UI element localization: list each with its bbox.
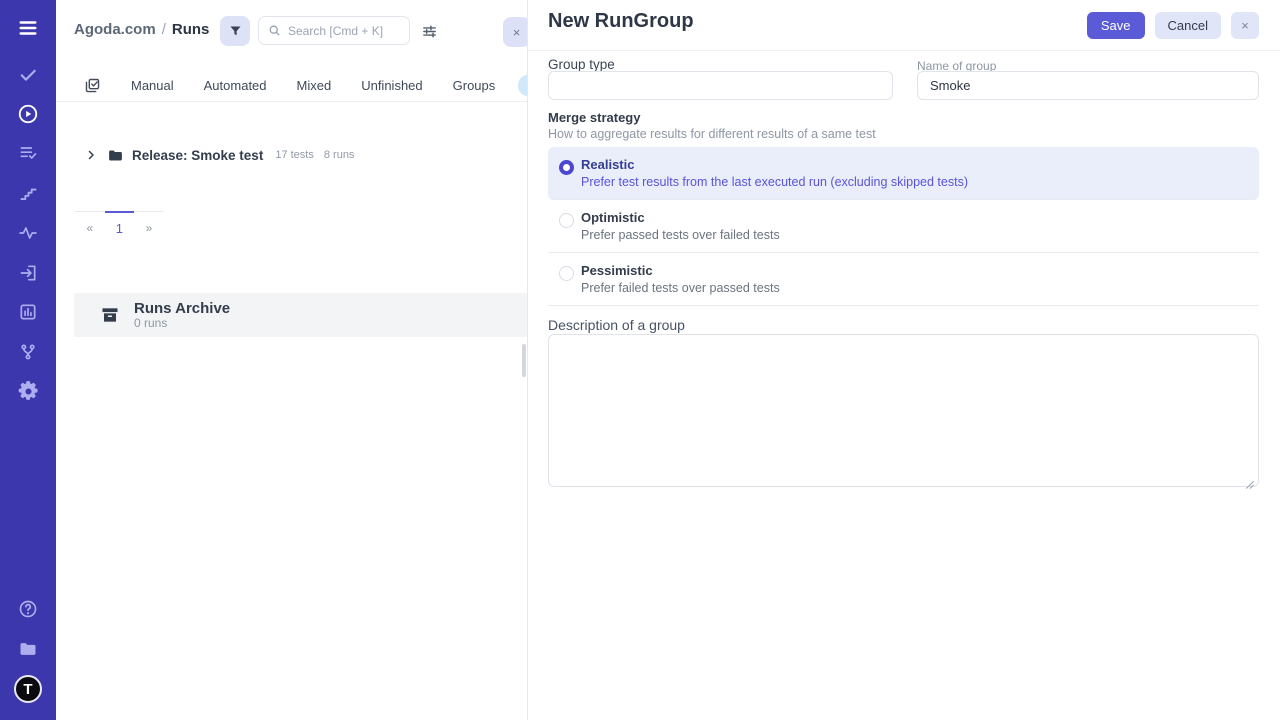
merge-strategy-hint: How to aggregate results for different r… — [548, 127, 876, 141]
pagination-next[interactable]: » — [134, 211, 164, 243]
search-box — [258, 16, 410, 45]
import-sign-in-icon[interactable] — [0, 255, 56, 291]
option-pessimistic[interactable]: Pessimistic Prefer failed tests over pas… — [548, 253, 1259, 306]
rungroup-label[interactable]: Release: Smoke test — [132, 148, 263, 163]
form-header: New RunGroup Save Cancel × — [528, 0, 1280, 51]
description-textarea[interactable] — [548, 334, 1259, 487]
option-optimistic[interactable]: Optimistic Prefer passed tests over fail… — [548, 200, 1259, 253]
merge-strategy-label: Merge strategy — [548, 110, 640, 125]
folder-icon — [107, 147, 124, 164]
activity-pulse-icon[interactable] — [0, 215, 56, 251]
option-title: Pessimistic — [581, 263, 1259, 279]
runs-list-panel: Agoda.com / Runs × Manual Automated Mixed … — [56, 0, 527, 720]
option-description: Prefer failed tests over passed tests — [581, 281, 1259, 296]
tab-groups[interactable]: Groups — [453, 78, 496, 93]
help-circle-icon[interactable] — [0, 591, 56, 627]
select-all-icon[interactable] — [84, 77, 101, 94]
tab-unfinished[interactable]: Unfinished — [361, 78, 422, 93]
tab-mixed[interactable]: Mixed — [297, 78, 332, 93]
page-title: New RunGroup — [548, 10, 694, 33]
search-input[interactable] — [288, 24, 401, 38]
avatar-initial: T — [23, 681, 32, 698]
close-form-button[interactable]: × — [1231, 12, 1259, 39]
runs-play-circle-icon[interactable] — [0, 96, 56, 132]
header-actions: Save Cancel × — [1087, 12, 1259, 39]
partial-badge[interactable] — [518, 75, 527, 96]
steps-stairs-icon[interactable] — [0, 175, 56, 211]
group-type-label: Group type — [548, 57, 615, 72]
merge-strategy-options: Realistic Prefer test results from the l… — [548, 147, 1259, 306]
radio-unselected-icon[interactable] — [559, 213, 574, 228]
runs-count: 8 runs — [324, 149, 355, 161]
breadcrumb-section[interactable]: Runs — [172, 21, 210, 38]
breadcrumb-separator: / — [162, 21, 166, 38]
user-avatar[interactable]: T — [14, 675, 42, 703]
new-rungroup-panel: New RunGroup Save Cancel × Group type Na… — [527, 0, 1280, 720]
option-title: Optimistic — [581, 210, 1259, 226]
radio-unselected-icon[interactable] — [559, 266, 574, 281]
radio-selected-icon[interactable] — [559, 160, 574, 175]
menu-icon[interactable] — [0, 10, 56, 46]
panel-close-button[interactable]: × — [503, 17, 527, 47]
name-of-group-input[interactable] — [917, 71, 1259, 100]
group-type-input[interactable] — [548, 71, 893, 100]
cancel-button[interactable]: Cancel — [1155, 12, 1221, 39]
archive-box-icon — [100, 305, 120, 325]
option-realistic[interactable]: Realistic Prefer test results from the l… — [548, 147, 1259, 200]
rungroup-tree-item[interactable]: Release: Smoke test 17 tests 8 runs — [56, 142, 527, 168]
reports-bar-chart-icon[interactable] — [0, 294, 56, 330]
tests-check-icon[interactable] — [0, 57, 56, 93]
option-description: Prefer test results from the last execut… — [581, 175, 1259, 190]
description-label: Description of a group — [548, 317, 685, 333]
option-description: Prefer passed tests over failed tests — [581, 228, 1259, 243]
tab-manual[interactable]: Manual — [131, 78, 174, 93]
settings-gear-icon[interactable] — [0, 373, 56, 409]
tab-automated[interactable]: Automated — [204, 78, 267, 93]
pagination-prev[interactable]: « — [75, 211, 105, 243]
option-title: Realistic — [581, 157, 1259, 173]
search-icon — [268, 24, 281, 37]
chevron-right-icon[interactable] — [85, 149, 97, 161]
pagination-page-1[interactable]: 1 — [105, 211, 135, 243]
funnel-icon — [228, 24, 243, 39]
tests-count: 17 tests — [275, 149, 314, 161]
filter-button[interactable] — [220, 16, 250, 46]
archive-subtitle: 0 runs — [134, 317, 230, 330]
save-button[interactable]: Save — [1087, 12, 1145, 39]
panel-scrollbar[interactable] — [522, 344, 526, 377]
runs-archive-row[interactable]: Runs Archive 0 runs — [74, 293, 527, 337]
archive-title: Runs Archive — [134, 301, 230, 317]
test-plans-list-check-icon[interactable] — [0, 135, 56, 171]
projects-folder-icon[interactable] — [0, 631, 56, 667]
breadcrumb-project[interactable]: Agoda.com — [74, 21, 156, 38]
adjustments-icon[interactable] — [419, 21, 439, 41]
pagination: « 1 » — [75, 211, 164, 243]
filter-tabs: Manual Automated Mixed Unfinished Groups… — [56, 70, 527, 102]
branch-fork-icon[interactable] — [0, 334, 56, 370]
breadcrumb: Agoda.com / Runs — [74, 21, 209, 38]
app-sidebar: T — [0, 0, 56, 720]
